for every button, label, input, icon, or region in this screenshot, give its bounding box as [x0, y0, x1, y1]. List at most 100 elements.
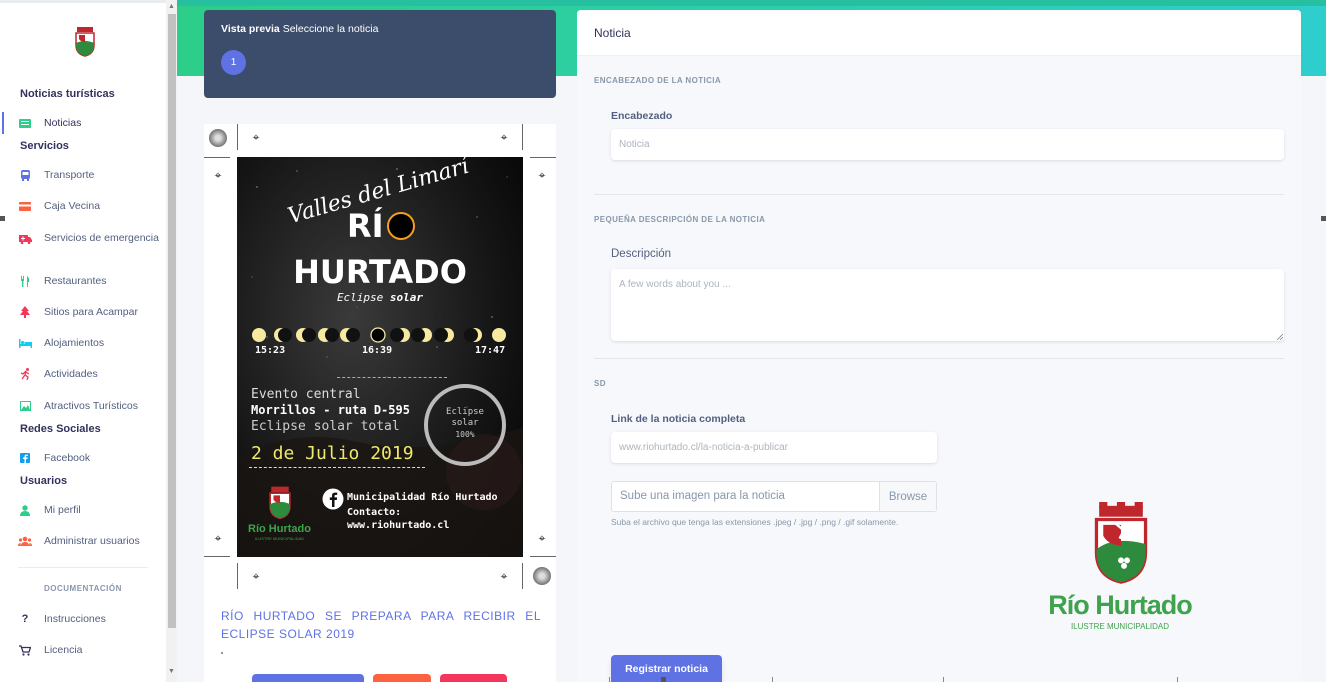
scroll-down-arrow-icon[interactable]: ▼	[168, 668, 175, 675]
logo-name: Río Hurtado	[1048, 590, 1193, 620]
cart-icon	[18, 644, 32, 656]
sidebar-heading-usuarios: Usuarios	[20, 475, 68, 487]
sidebar-item-label: Sitios para Acampar	[44, 306, 138, 318]
poster-time-2: 16:39	[362, 345, 393, 356]
user-icon	[18, 504, 32, 516]
sidebar-item-instrucciones[interactable]: ? Instrucciones	[18, 613, 163, 625]
encabezado-input[interactable]: Noticia	[611, 129, 1284, 160]
poster-crest-logo	[269, 486, 291, 520]
registration-mark-icon	[533, 567, 551, 585]
crop-line	[237, 563, 238, 589]
crop-line	[530, 556, 556, 557]
sidebar-divider	[18, 567, 148, 568]
scroll-up-arrow-icon[interactable]: ▲	[168, 3, 175, 10]
sidebar-item-label: Transporte	[44, 169, 95, 181]
section-divider	[594, 358, 1284, 359]
sidebar-item-facebook[interactable]: Facebook	[18, 452, 163, 464]
municipal-crest-logo[interactable]	[74, 27, 96, 57]
crosshair-icon: ⌖	[500, 130, 508, 144]
dot	[221, 652, 223, 654]
sidebar-doc-heading: DOCUMENTACIÓN	[44, 584, 122, 593]
sidebar-item-alojamientos[interactable]: Alojamientos	[18, 337, 163, 349]
poster-logo-sub: ILUSTRE MUNICIPALIDAD	[255, 536, 305, 541]
sidebar-item-acampar[interactable]: Sitios para Acampar	[18, 306, 163, 318]
registrar-noticia-button[interactable]: Registrar noticia	[611, 655, 722, 682]
newspaper-icon	[18, 117, 32, 129]
crop-line	[237, 124, 238, 150]
crop-line	[530, 157, 556, 158]
sidebar-item-administrar-usuarios[interactable]: Administrar usuarios	[18, 535, 163, 547]
tick	[609, 677, 610, 682]
sidebar-item-label: Caja Vecina	[44, 200, 101, 212]
question-icon: ?	[21, 613, 29, 625]
rio-hurtado-logo: Río Hurtado ILUSTRE MUNICIPALIDAD	[1040, 502, 1200, 634]
sidebar-item-caja-vecina[interactable]: Caja Vecina	[18, 200, 163, 212]
facebook-icon	[322, 488, 344, 510]
sidebar-item-mi-perfil[interactable]: Mi perfil	[18, 504, 163, 516]
ambulance-icon	[18, 233, 32, 245]
crosshair-icon: ⌖	[500, 569, 508, 583]
edge-marker	[661, 677, 666, 682]
textarea-resize-handle-icon[interactable]	[1277, 334, 1283, 340]
crop-line	[522, 124, 523, 150]
form-header: Noticia	[577, 10, 1301, 56]
news-selector-badge[interactable]: 1	[221, 50, 246, 75]
file-input-placeholder: Sube una imagen para la noticia	[620, 490, 785, 502]
sidebar-item-transporte[interactable]: Transporte	[18, 169, 163, 181]
sidebar-item-restaurantes[interactable]: Restaurantes	[18, 275, 163, 287]
poster-muni: Municipalidad Río Hurtado	[347, 492, 498, 503]
crosshair-icon: ⌖	[252, 569, 260, 583]
crosshair-icon: ⌖	[252, 130, 260, 144]
browse-button[interactable]: Browse	[879, 482, 936, 511]
credit-card-icon	[18, 200, 32, 212]
image-file-input[interactable]: Sube una imagen para la noticia Browse	[611, 481, 937, 512]
preview-action-button[interactable]	[440, 674, 507, 682]
descripcion-textarea[interactable]: A few words about you ...	[611, 269, 1284, 341]
edge-marker	[1321, 216, 1326, 221]
facebook-icon	[18, 452, 32, 464]
file-help-text: Suba el archivo que tenga las extensione…	[611, 517, 899, 527]
sidebar-item-label: Noticias	[44, 117, 82, 129]
preview-header-title: Vista previa Seleccione la noticia	[221, 23, 379, 35]
sidebar-scrollbar-thumb[interactable]	[168, 14, 176, 628]
link-label: Link de la noticia completa	[611, 413, 746, 425]
sidebar-item-atractivos[interactable]: Atractivos Turísticos	[18, 400, 163, 412]
preview-action-button[interactable]	[373, 674, 431, 682]
crop-line	[522, 563, 523, 589]
sidebar-item-label: Alojamientos	[44, 337, 105, 349]
link-input[interactable]: www.riohurtado.cl/la-noticia-a-publicar	[611, 432, 937, 463]
descripcion-label: Descripción	[611, 248, 672, 260]
utensils-icon	[18, 275, 32, 287]
crop-line	[204, 556, 230, 557]
eclipse-phases-graphic	[252, 327, 506, 343]
poster-fecha-underline	[249, 467, 425, 468]
crosshair-icon: ⌖	[214, 168, 222, 182]
crest-icon	[1094, 502, 1148, 584]
tick	[1177, 677, 1178, 682]
tick	[772, 677, 773, 682]
poster-time-3: 17:47	[475, 345, 506, 356]
section-label-encabezado: ENCABEZADO DE LA NOTICIA	[594, 76, 722, 85]
poster-rio: RÍ	[347, 207, 416, 245]
sidebar-item-label: Administrar usuarios	[44, 535, 140, 547]
crop-line	[204, 157, 230, 158]
sidebar-item-emergencia[interactable]: Servicios de emergencia	[18, 231, 163, 245]
poster-contacto: Contacto:	[347, 507, 402, 518]
poster-fecha: 2 de Julio 2019	[251, 443, 414, 464]
sidebar-item-noticias[interactable]: Noticias	[18, 117, 163, 129]
preview-action-button[interactable]	[252, 674, 364, 682]
sidebar-item-label: Instrucciones	[44, 613, 106, 625]
eclipse-o-icon	[386, 212, 415, 240]
news-title-link[interactable]: RÍO HURTADO SE PREPARA PARA RECIBIR EL E…	[221, 607, 541, 643]
poster-hurtado: HURTADO	[293, 253, 467, 291]
sidebar-item-label: Restaurantes	[44, 275, 107, 287]
sidebar-item-actividades[interactable]: Actividades	[18, 368, 163, 380]
sidebar-item-label: Mi perfil	[44, 504, 81, 516]
running-icon	[18, 368, 32, 380]
registration-mark-icon	[209, 129, 227, 147]
sidebar-item-licencia[interactable]: Licencia	[18, 644, 163, 656]
poster-ring-text: Eclipse solar 100%	[446, 407, 484, 439]
poster-evento: Evento central	[251, 387, 361, 402]
section-label-descripcion: PEQUEÑA DESCRIPCIÓN DE LA NOTICIA	[594, 215, 766, 224]
sidebar-heading-servicios: Servicios	[20, 140, 69, 152]
